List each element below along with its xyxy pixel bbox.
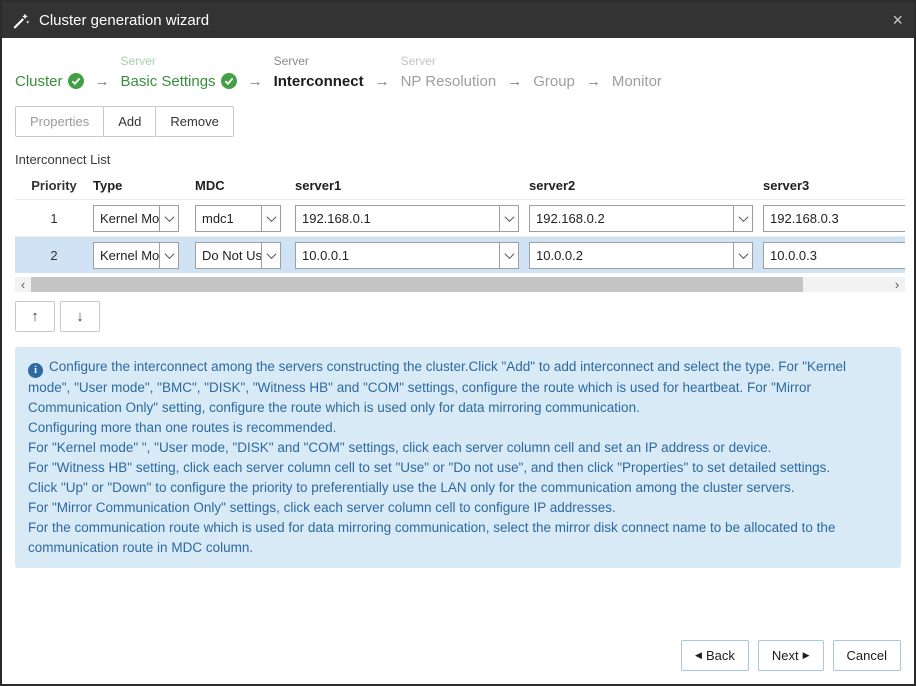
back-label: Back (706, 648, 735, 663)
step-group: Group (533, 53, 575, 91)
dialog-content: Cluster → Server Basic Settings → Server… (2, 38, 914, 684)
step-label: NP Resolution (401, 73, 497, 90)
priority-reorder-buttons: ↑ ↓ (15, 301, 901, 332)
server3-combo[interactable]: 192.168.0.3 (763, 205, 905, 232)
server3-combo[interactable]: 10.0.0.3 (763, 242, 905, 269)
step-monitor: Monitor (612, 53, 662, 91)
close-icon[interactable]: × (892, 11, 903, 29)
toolbar: Properties Add Remove (15, 106, 901, 137)
step-interconnect: Server Interconnect (274, 53, 364, 91)
priority-cell: 2 (15, 248, 93, 263)
info-icon: i (28, 363, 43, 378)
wizard-steps: Cluster → Server Basic Settings → Server… (15, 53, 901, 91)
step-sublabel (612, 53, 662, 70)
back-arrow-icon: ◀ (695, 651, 702, 660)
back-button[interactable]: ◀ Back (681, 640, 749, 671)
up-button[interactable]: ↑ (15, 301, 55, 332)
header-mdc: MDC (195, 178, 295, 193)
scroll-left-icon[interactable]: ‹ (15, 277, 31, 292)
down-button[interactable]: ↓ (60, 301, 100, 332)
scrollbar-thumb[interactable] (31, 277, 803, 292)
dialog-title: Cluster generation wizard (39, 12, 209, 29)
step-sublabel: Server (401, 53, 497, 70)
header-server1: server1 (295, 178, 529, 193)
chevron-down-icon[interactable] (159, 243, 178, 268)
remove-button[interactable]: Remove (155, 106, 233, 137)
chevron-down-icon[interactable] (261, 206, 280, 231)
server2-combo[interactable]: 10.0.0.2 (529, 242, 753, 269)
info-paragraph: For "Witness HB" setting, click each ser… (28, 458, 888, 478)
server1-combo[interactable]: 192.168.0.1 (295, 205, 519, 232)
type-select[interactable]: Kernel Mode (93, 205, 179, 232)
interconnect-table: Priority Type MDC server1 server2 server… (15, 172, 905, 273)
chevron-down-icon[interactable] (159, 206, 178, 231)
footer: ◀ Back Next ▶ Cancel (15, 640, 901, 684)
step-sublabel (15, 53, 84, 70)
step-sublabel (533, 53, 575, 70)
cancel-button[interactable]: Cancel (833, 640, 901, 671)
step-sublabel: Server (274, 53, 364, 70)
step-np-resolution: Server NP Resolution (401, 53, 497, 91)
table-header-row: Priority Type MDC server1 server2 server… (15, 172, 905, 199)
step-arrow-icon: → (375, 73, 390, 91)
info-box: iConfigure the interconnect among the se… (15, 347, 901, 568)
horizontal-scrollbar[interactable]: ‹ › (15, 277, 905, 292)
mdc-select[interactable]: mdc1 (195, 205, 281, 232)
header-priority: Priority (15, 178, 93, 193)
table-row[interactable]: 2 Kernel Mode Do Not Use 10.0.0.1 (15, 236, 905, 273)
info-paragraph: For the communication route which is use… (28, 518, 888, 558)
step-label: Cluster (15, 73, 63, 90)
priority-cell: 1 (15, 211, 93, 226)
server1-combo[interactable]: 10.0.0.1 (295, 242, 519, 269)
check-icon (221, 73, 237, 89)
step-label: Interconnect (274, 73, 364, 90)
step-cluster: Cluster (15, 53, 84, 91)
step-label: Basic Settings (121, 73, 216, 90)
add-button[interactable]: Add (103, 106, 156, 137)
next-button[interactable]: Next ▶ (758, 640, 824, 671)
info-paragraph: For "Mirror Communication Only" settings… (28, 498, 888, 518)
header-server2: server2 (529, 178, 763, 193)
chevron-down-icon[interactable] (733, 243, 752, 268)
table-row[interactable]: 1 Kernel Mode mdc1 192.168.0.1 (15, 199, 905, 236)
properties-button[interactable]: Properties (15, 106, 104, 137)
chevron-down-icon[interactable] (261, 243, 280, 268)
step-sublabel: Server (121, 53, 237, 70)
chevron-down-icon[interactable] (499, 206, 518, 231)
titlebar: Cluster generation wizard × (2, 2, 914, 38)
interconnect-list-title: Interconnect List (15, 152, 901, 167)
mdc-select[interactable]: Do Not Use (195, 242, 281, 269)
magic-wand-icon (13, 12, 30, 29)
info-paragraph: Click "Up" or "Down" to configure the pr… (28, 478, 888, 498)
scroll-right-icon[interactable]: › (889, 277, 905, 292)
cluster-generation-wizard-dialog: Cluster generation wizard × Cluster → Se… (0, 0, 916, 686)
step-arrow-icon: → (586, 73, 601, 91)
step-label: Monitor (612, 73, 662, 90)
step-arrow-icon: → (507, 73, 522, 91)
step-arrow-icon: → (95, 73, 110, 91)
header-type: Type (93, 178, 195, 193)
server2-combo[interactable]: 192.168.0.2 (529, 205, 753, 232)
step-label: Group (533, 73, 575, 90)
info-text: Configure the interconnect among the ser… (28, 359, 846, 415)
check-icon (68, 73, 84, 89)
info-paragraph: iConfigure the interconnect among the se… (28, 357, 888, 418)
chevron-down-icon[interactable] (499, 243, 518, 268)
header-server3: server3 (763, 178, 905, 193)
step-arrow-icon: → (248, 73, 263, 91)
info-paragraph: For "Kernel mode" ", "User mode, "DISK" … (28, 438, 888, 458)
type-select[interactable]: Kernel Mode (93, 242, 179, 269)
chevron-down-icon[interactable] (733, 206, 752, 231)
step-basic-settings: Server Basic Settings (121, 53, 237, 91)
next-arrow-icon: ▶ (803, 651, 810, 660)
scrollbar-track[interactable] (31, 277, 889, 292)
next-label: Next (772, 648, 799, 663)
info-paragraph: Configuring more than one routes is reco… (28, 418, 888, 438)
